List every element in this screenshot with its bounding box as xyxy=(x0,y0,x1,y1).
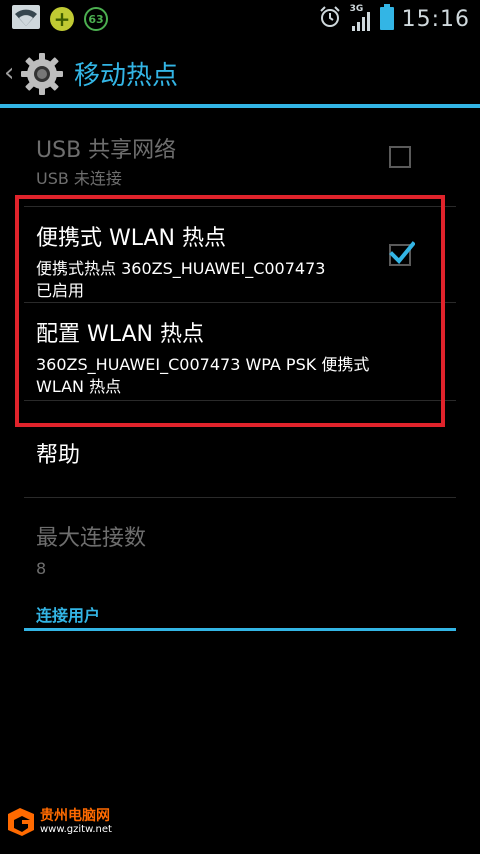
max-connections-title: 最大连接数 xyxy=(36,526,147,551)
usb-tethering-summary: USB 未连接 xyxy=(36,169,122,188)
help-title: 帮助 xyxy=(36,443,81,468)
connected-users-header: 连接用户 xyxy=(36,606,101,625)
usb-tethering-checkbox[interactable] xyxy=(389,146,411,168)
status-bar-system: 3G 15:16 xyxy=(318,4,470,34)
watermark: 贵州电脑网 www.gzitw.net xyxy=(6,806,112,838)
wifi-icon xyxy=(12,5,40,33)
highlight-box xyxy=(15,195,445,427)
badge-63-icon: 63 xyxy=(84,7,108,31)
help-item[interactable]: 帮助 xyxy=(36,437,80,469)
category-divider xyxy=(24,628,456,631)
alarm-icon xyxy=(318,5,342,33)
signal-icon: 3G xyxy=(350,4,372,32)
usb-tethering-item[interactable]: USB 共享网络 USB 未连接 xyxy=(36,132,176,190)
plus-icon: + xyxy=(50,7,74,31)
battery-icon xyxy=(379,4,394,34)
usb-tethering-title: USB 共享网络 xyxy=(36,138,177,163)
action-bar-divider xyxy=(0,104,480,108)
watermark-logo-icon xyxy=(8,808,34,836)
back-chevron-icon[interactable]: ‹ xyxy=(4,58,14,88)
max-connections-value: 8 xyxy=(36,559,47,578)
watermark-url: www.gzitw.net xyxy=(40,824,112,835)
max-connections-item[interactable]: 最大连接数 8 xyxy=(36,520,146,580)
divider xyxy=(24,497,456,498)
page-title: 移动热点 xyxy=(74,61,179,91)
status-bar: + 63 3G 15:16 xyxy=(0,0,480,38)
status-bar-notifications: + 63 xyxy=(12,4,108,34)
settings-gear-icon[interactable] xyxy=(20,52,64,100)
watermark-title: 贵州电脑网 xyxy=(40,808,110,824)
action-bar: ‹ 移动热点 xyxy=(0,38,480,108)
status-bar-time: 15:16 xyxy=(401,6,470,32)
